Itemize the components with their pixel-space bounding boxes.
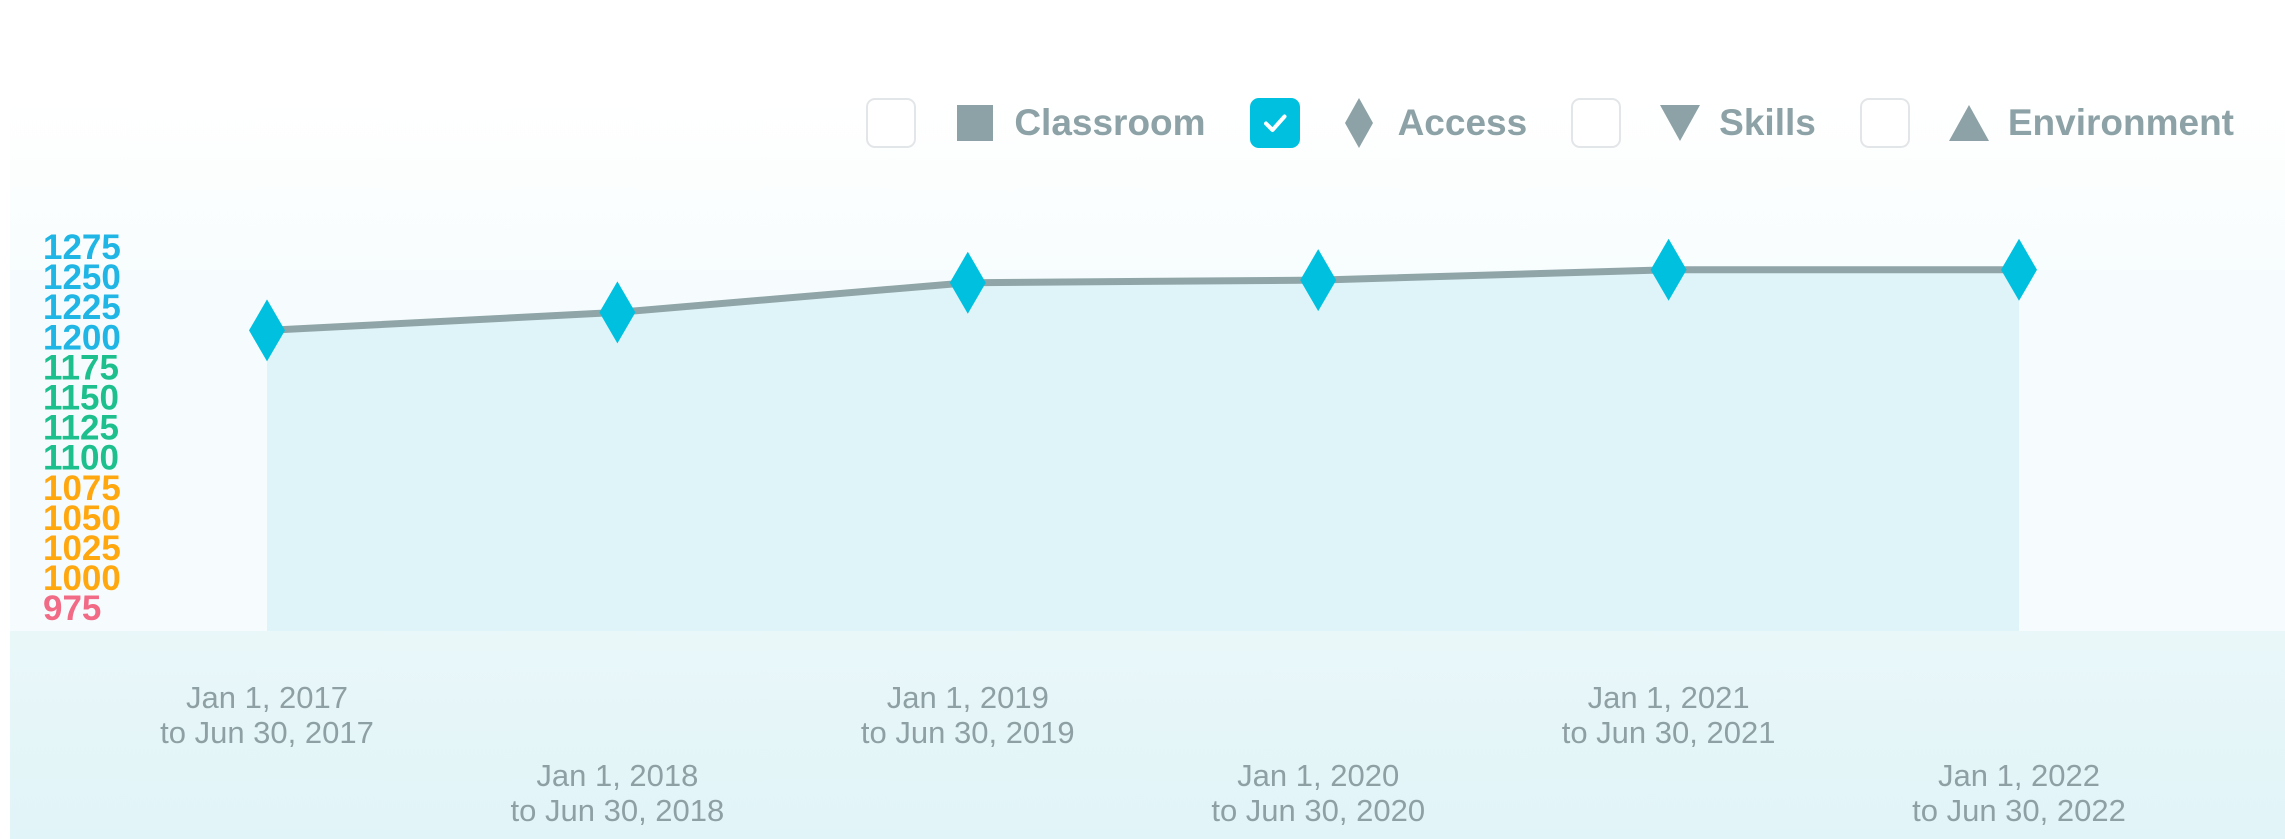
- x-tick-label: Jan 1, 2021: [1588, 680, 1750, 715]
- x-tick-label: to Jun 30, 2020: [1211, 793, 1425, 828]
- x-tick-label: Jan 1, 2022: [1938, 758, 2100, 793]
- x-tick-label: to Jun 30, 2017: [160, 715, 374, 750]
- x-tick-label: Jan 1, 2017: [186, 680, 348, 715]
- x-tick-label: Jan 1, 2018: [536, 758, 698, 793]
- series-area-access: [267, 269, 2019, 631]
- y-tick-label: 975: [43, 589, 101, 628]
- x-tick-label: Jan 1, 2020: [1237, 758, 1399, 793]
- x-tick-label: to Jun 30, 2022: [1912, 793, 2126, 828]
- line-chart: 1275125012251200117511501125110010751050…: [10, 228, 2285, 828]
- x-tick-label: to Jun 30, 2018: [511, 793, 725, 828]
- x-tick-label: to Jun 30, 2019: [861, 715, 1075, 750]
- x-tick-label: to Jun 30, 2021: [1562, 715, 1776, 750]
- x-tick-label: Jan 1, 2019: [887, 680, 1049, 715]
